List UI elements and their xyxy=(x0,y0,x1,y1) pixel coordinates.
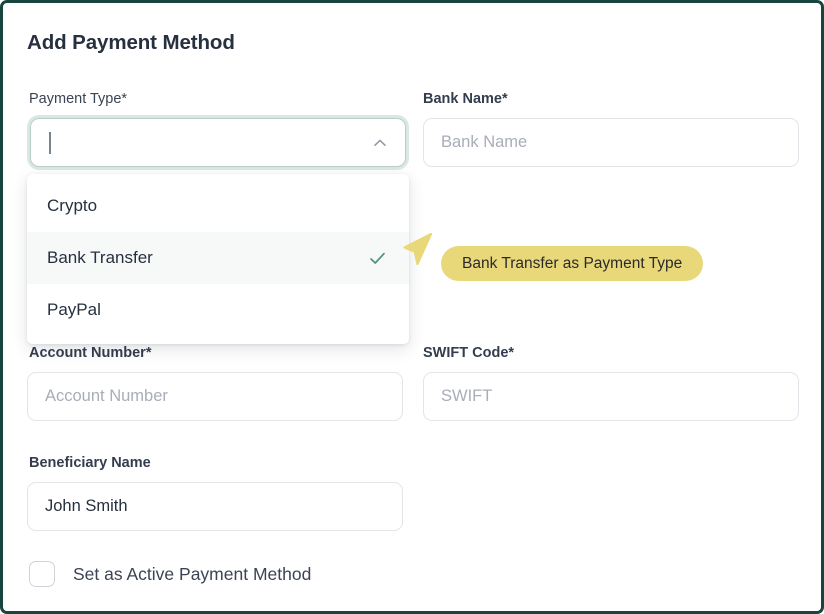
swift-code-placeholder: SWIFT xyxy=(441,387,493,405)
account-number-placeholder: Account Number xyxy=(45,387,168,405)
bank-name-label: Bank Name* xyxy=(423,91,508,107)
add-payment-method-form: Add Payment Method Payment Type* Bank Na… xyxy=(3,3,821,611)
page-title: Add Payment Method xyxy=(27,31,235,54)
payment-method-window: Add Payment Method Payment Type* Bank Na… xyxy=(0,0,824,614)
beneficiary-name-label: Beneficiary Name xyxy=(29,455,151,471)
bank-name-placeholder: Bank Name xyxy=(441,133,528,151)
annotation-tooltip: Bank Transfer as Payment Type xyxy=(441,246,704,281)
swift-code-input[interactable]: SWIFT xyxy=(423,372,799,421)
set-active-payment-method-label: Set as Active Payment Method xyxy=(73,563,312,584)
chevron-up-icon[interactable] xyxy=(372,135,388,151)
check-icon xyxy=(368,249,387,268)
account-number-input[interactable]: Account Number xyxy=(27,372,403,421)
set-active-payment-method-row[interactable]: Set as Active Payment Method xyxy=(29,561,311,587)
set-active-payment-method-checkbox[interactable] xyxy=(29,561,55,587)
dropdown-option-paypal[interactable]: PayPal xyxy=(27,284,409,336)
dropdown-option-label: Bank Transfer xyxy=(47,248,153,267)
beneficiary-name-input[interactable]: John Smith xyxy=(27,482,403,531)
beneficiary-name-value: John Smith xyxy=(45,497,128,515)
text-caret xyxy=(49,131,51,154)
dropdown-option-label: PayPal xyxy=(47,300,101,319)
payment-type-dropdown-menu[interactable]: Crypto Bank Transfer PayPal xyxy=(27,174,409,344)
bank-name-input[interactable]: Bank Name xyxy=(423,118,799,167)
dropdown-option-crypto[interactable]: Crypto xyxy=(27,180,409,232)
payment-type-label: Payment Type* xyxy=(29,91,128,107)
payment-type-select[interactable] xyxy=(27,115,409,170)
account-number-label: Account Number* xyxy=(29,345,152,361)
dropdown-option-bank-transfer[interactable]: Bank Transfer xyxy=(27,232,409,284)
annotation-tooltip-text: Bank Transfer as Payment Type xyxy=(462,254,683,272)
swift-code-label: SWIFT Code* xyxy=(423,345,515,361)
dropdown-option-label: Crypto xyxy=(47,196,98,215)
payment-type-select-box[interactable] xyxy=(30,118,406,167)
